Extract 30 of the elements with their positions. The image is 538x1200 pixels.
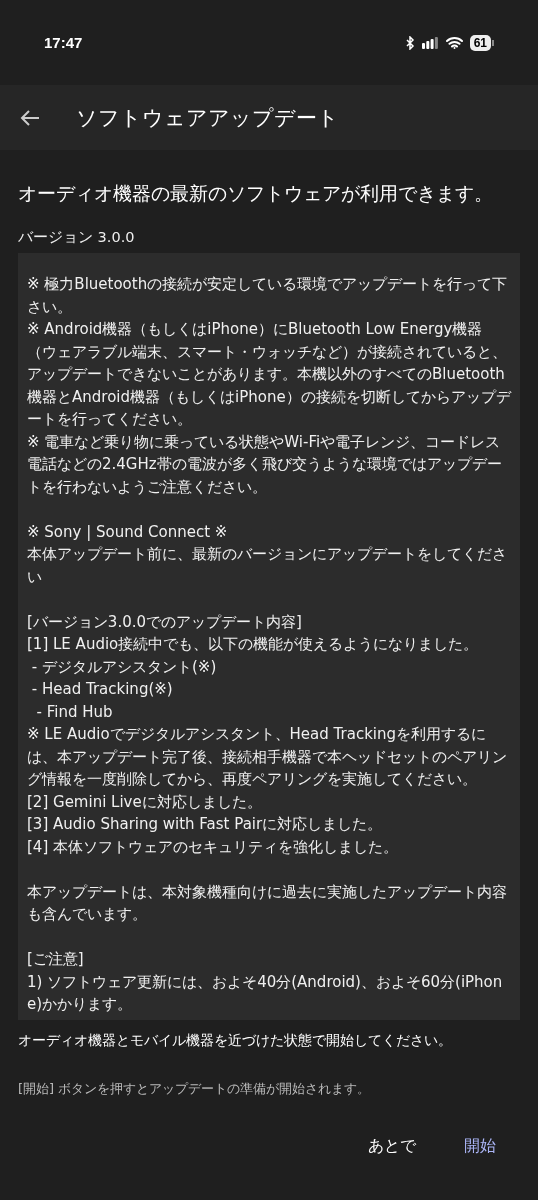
release-note-line: - Head Tracking(※)	[30, 679, 174, 700]
release-note-line: [バージョン3.0.0でのアップデート内容]	[27, 611, 303, 633]
signal-icon	[421, 36, 439, 49]
release-note-line: ※ LE Audioでデジタルアシスタント、Head Trackingを利用するには、本アップデート完了後、接続相手機器で本ヘッドセットのペアリング情報を一度削除してから、再度ペアリングを実施してください。	[27, 724, 508, 790]
screen-title: ソフトウェアアップデート	[76, 104, 339, 132]
release-note-line: - デジタルアシスタント(※)	[30, 656, 218, 678]
back-button[interactable]	[20, 108, 40, 127]
start-button[interactable]: 開始	[460, 1129, 500, 1163]
release-note-line: [4] 本体ソフトウェアのセキュリティを強化しました。	[27, 836, 399, 858]
release-note-line: 1) ソフトウェア更新には、およそ40分(Android)、およそ60分(iPhone)かかります。	[27, 971, 504, 1015]
release-note-line: [3] Audio Sharing with Fast Pairに対応しました。	[27, 814, 384, 835]
wifi-icon	[445, 36, 463, 49]
heading: オーディオ機器の最新のソフトウェアが利用できます。	[18, 181, 494, 206]
release-note-line: 本体アップデート前に、最新のバージョンにアップデートをしてください	[27, 544, 508, 588]
release-note-line: ※ Sony | Sound Connect ※	[27, 521, 229, 543]
version-label: バージョン 3.0.0	[18, 228, 136, 247]
release-note-line: [ご注意]	[27, 949, 85, 970]
release-note-line: [2] Gemini Liveに対応しました。	[27, 791, 263, 813]
clock: 17:47	[44, 34, 83, 51]
instruction-text: オーディオ機器とモバイル機器を近づけた状態で開始してください。	[18, 1031, 453, 1050]
hint-text: [開始] ボタンを押すとアップデートの準備が開始されます。	[18, 1079, 372, 1098]
bluetooth-icon	[405, 35, 415, 50]
release-note-line: [1] LE Audio接続中でも、以下の機能が使えるようになりました。	[27, 634, 480, 655]
release-note-line: ※ 極力Bluetoothの接続が安定している環境でアップデートを行って下さい。	[27, 274, 509, 318]
later-button[interactable]: あとで	[364, 1129, 420, 1163]
release-note-line: ※ 電車など乗り物に乗っている状態やWi-Fiや電子レンジ、コードレス電話などの2.4GHz帯の電波が多く飛び交うような環境ではアップデートを行わないようご注意ください。	[27, 431, 503, 498]
release-note-line: 本アップデートは、本対象機種向けに過去に実施したアップデート内容も含んでいます。	[27, 881, 508, 925]
battery-icon: 61	[469, 34, 494, 51]
release-note-line: ※ Android機器（もしくはiPhone）にBluetooth Low Energy機器（ウェアラブル端末、スマート・ウォッチなど）が接続されていると、アップデートできないことがあります。本機以外のすべてのBluetooth機器とAndroid機器（もしくはiPhone）の接続を切断してからアップデートを行ってください。	[27, 319, 511, 430]
release-note-line: - Find Hub	[35, 701, 114, 723]
